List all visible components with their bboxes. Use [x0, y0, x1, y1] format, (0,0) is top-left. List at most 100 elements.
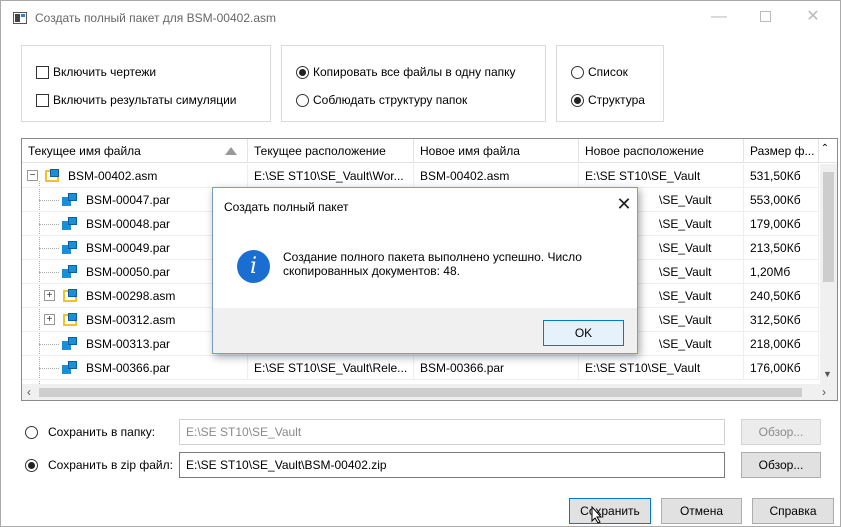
size-cell: 531,50Кб [744, 164, 819, 188]
collapse-icon[interactable]: − [27, 170, 38, 181]
file-name: BSM-00048.par [86, 217, 171, 231]
mouse-cursor-icon [591, 506, 603, 524]
window-title: Создать полный пакет для BSM-00402.asm [35, 11, 277, 25]
file-name: BSM-00047.par [86, 193, 171, 207]
table-row[interactable]: − BSM-00402.asm E:\SE ST10\SE_Vault\Wor.… [22, 164, 819, 188]
file-name: BSM-00049.par [86, 241, 171, 255]
keep-structure-radio[interactable] [296, 93, 309, 107]
include-options-group: Включить чертежи Включить результаты сим… [21, 45, 271, 122]
header-new-location[interactable]: Новое расположение [579, 139, 744, 163]
include-drawings-label: Включить чертежи [53, 65, 157, 79]
tree-connector [39, 224, 59, 225]
header-current-name-label: Текущее имя файла [28, 144, 141, 158]
size-cell: 218,00Кб [744, 332, 819, 356]
ok-button[interactable]: OK [543, 320, 624, 346]
size-cell: 213,50Кб [744, 236, 819, 260]
sort-ascending-icon [225, 147, 237, 155]
help-button[interactable]: Справка [752, 498, 834, 524]
name-cell: − BSM-00402.asm [22, 164, 248, 188]
message-title: Создать полный пакет [224, 200, 349, 214]
size-cell: 240,50Кб [744, 284, 819, 308]
header-new-name[interactable]: Новое имя файла [414, 139, 579, 163]
tree-connector [39, 344, 59, 345]
view-list-radio[interactable] [571, 65, 584, 79]
vertical-scrollbar[interactable]: ▼ [820, 164, 837, 384]
current-location-cell: E:\SE ST10\SE_Vault\Wor... [248, 164, 414, 188]
cancel-button[interactable]: Отмена [661, 498, 742, 524]
header-size[interactable]: Размер ф... [744, 139, 819, 163]
new-location-cell: E:\SE ST10\SE_Vault [579, 356, 744, 380]
save-to-folder-option[interactable]: Сохранить в папку: [25, 419, 155, 445]
include-sim-option[interactable]: Включить результаты симуляции [36, 92, 237, 108]
view-structure-option[interactable]: Структура [571, 92, 645, 108]
save-to-folder-label: Сохранить в папку: [48, 425, 156, 439]
success-message-dialog: Создать полный пакет ✕ i Создание полног… [212, 187, 638, 354]
copy-all-one-folder-radio[interactable] [296, 65, 309, 79]
folder-path-input[interactable]: E:\SE ST10\SE_Vault [179, 419, 725, 445]
save-to-zip-label: Сохранить в zip файл: [48, 458, 173, 472]
message-footer: OK [213, 308, 637, 353]
include-drawings-checkbox[interactable] [36, 65, 49, 79]
file-name: BSM-00366.par [86, 361, 171, 375]
table-header: Текущее имя файла Текущее расположение Н… [22, 139, 837, 163]
view-list-option[interactable]: Список [571, 64, 628, 80]
tree-connector [39, 200, 59, 201]
part-file-icon [62, 337, 78, 351]
browse-zip-button[interactable]: Обзор... [741, 452, 821, 478]
save-to-folder-radio[interactable] [25, 425, 38, 439]
size-cell: 1,20Мб [744, 260, 819, 284]
table-row[interactable]: BSM-00366.par E:\SE ST10\SE_Vault\Rele..… [22, 356, 819, 380]
size-cell: 179,00Кб [744, 212, 819, 236]
message-close-button[interactable]: ✕ [614, 194, 634, 215]
include-sim-checkbox[interactable] [36, 93, 49, 107]
save-to-zip-radio[interactable] [25, 458, 38, 472]
minimize-button[interactable]: — [697, 1, 741, 35]
view-list-label: Список [588, 65, 628, 79]
assembly-file-icon [44, 169, 60, 183]
tree-connector [39, 248, 59, 249]
part-file-icon [62, 361, 78, 375]
new-name-cell: BSM-00402.asm [414, 164, 579, 188]
save-to-zip-option[interactable]: Сохранить в zip файл: [25, 452, 173, 478]
message-text: Создание полного пакета выполнено успешн… [283, 250, 582, 278]
zip-path-input[interactable]: E:\SE ST10\SE_Vault\BSM-00402.zip [179, 452, 725, 478]
expand-icon[interactable]: + [44, 314, 55, 325]
keep-structure-label: Соблюдать структуру папок [313, 93, 468, 107]
header-current-location[interactable]: Текущее расположение [248, 139, 414, 163]
size-cell: 312,50Кб [744, 308, 819, 332]
scroll-right-icon[interactable]: › [822, 385, 826, 399]
tree-connector [39, 368, 59, 369]
maximize-button[interactable] [743, 1, 787, 35]
maximize-icon [759, 11, 771, 23]
part-file-icon [62, 265, 78, 279]
expand-icon[interactable]: + [44, 290, 55, 301]
include-drawings-option[interactable]: Включить чертежи [36, 64, 156, 80]
view-structure-radio[interactable] [571, 93, 584, 107]
copy-all-one-folder-option[interactable]: Копировать все файлы в одну папку [296, 64, 516, 80]
assembly-file-icon [62, 289, 78, 303]
new-name-cell: BSM-00366.par [414, 356, 579, 380]
tree-connector [39, 272, 59, 273]
browse-folder-button[interactable]: Обзор... [741, 419, 821, 445]
pack-and-go-window: Создать полный пакет для BSM-00402.asm —… [0, 0, 841, 527]
info-icon: i [237, 250, 270, 283]
scroll-down-icon[interactable]: ▼ [823, 369, 832, 379]
part-file-icon [62, 241, 78, 255]
file-name: BSM-00050.par [86, 265, 171, 279]
save-button[interactable]: Сохранить [569, 498, 651, 524]
scroll-left-icon[interactable]: ‹ [27, 385, 31, 399]
horizontal-scroll-thumb[interactable] [39, 388, 802, 397]
view-mode-group: Список Структура [556, 45, 664, 122]
horizontal-scrollbar[interactable]: ‹ › [22, 384, 837, 400]
keep-structure-option[interactable]: Соблюдать структуру папок [296, 92, 467, 108]
close-button[interactable]: ✕ [791, 1, 835, 35]
scroll-up-icon[interactable]: ⌃ [818, 139, 832, 163]
current-location-cell: E:\SE ST10\SE_Vault\Rele... [248, 356, 414, 380]
vertical-scroll-thumb[interactable] [823, 172, 834, 282]
header-current-name[interactable]: Текущее имя файла [22, 139, 248, 163]
assembly-file-icon [62, 313, 78, 327]
copy-all-one-folder-label: Копировать все файлы в одну папку [313, 65, 516, 79]
part-file-icon [62, 193, 78, 207]
new-location-cell: E:\SE ST10\SE_Vault [579, 164, 744, 188]
view-structure-label: Структура [588, 93, 645, 107]
